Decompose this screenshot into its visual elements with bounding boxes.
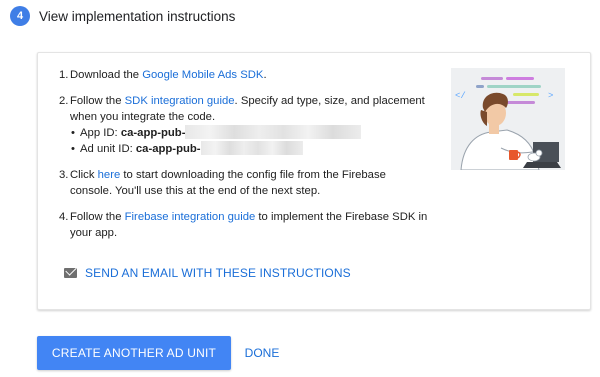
ad-unit-id-row: Ad unit ID: ca-app-pub- xyxy=(70,141,429,157)
step-title: View implementation instructions xyxy=(39,8,236,24)
developer-at-laptop-icon: </ > xyxy=(451,68,565,170)
instruction-item-2: 2. Follow the SDK integration guide. Spe… xyxy=(59,93,429,157)
app-id-row: App ID: ca-app-pub- xyxy=(70,125,429,141)
send-email-label[interactable]: SEND AN EMAIL WITH THESE INSTRUCTIONS xyxy=(85,266,351,280)
item-text: Follow the xyxy=(70,95,125,107)
step-header: 4 View implementation instructions xyxy=(10,6,235,26)
item-text: . xyxy=(263,69,267,81)
app-id-label: App ID: xyxy=(80,127,121,139)
item-number: 2. xyxy=(59,95,69,107)
redacted-ad-unit-id xyxy=(200,141,303,155)
svg-text:>: > xyxy=(548,91,553,101)
redacted-app-id xyxy=(185,125,362,139)
item-text: Follow the xyxy=(70,211,125,223)
create-another-ad-unit-button[interactable]: CREATE ANOTHER AD UNIT xyxy=(37,336,231,370)
ad-unit-id-label: Ad unit ID: xyxy=(80,143,136,155)
google-mobile-ads-sdk-link[interactable]: Google Mobile Ads SDK xyxy=(142,69,263,81)
download-config-here-link[interactable]: here xyxy=(98,169,121,181)
instruction-item-3: 3. Click here to start downloading the c… xyxy=(59,167,429,199)
item-number: 4. xyxy=(59,211,69,223)
item-text: Click xyxy=(70,169,98,181)
svg-text:</: </ xyxy=(455,91,466,101)
instruction-item-4: 4. Follow the Firebase integration guide… xyxy=(59,209,429,241)
step-number-badge: 4 xyxy=(10,6,30,26)
instructions-card: 1. Download the Google Mobile Ads SDK. 2… xyxy=(37,52,591,310)
sdk-integration-guide-link[interactable]: SDK integration guide xyxy=(125,95,235,107)
item-number: 3. xyxy=(59,169,69,181)
send-email-instructions-link[interactable]: SEND AN EMAIL WITH THESE INSTRUCTIONS xyxy=(64,266,351,280)
ad-unit-id-value[interactable]: ca-app-pub- xyxy=(136,143,201,155)
done-button[interactable]: DONE xyxy=(236,336,288,370)
instructions-list: 1. Download the Google Mobile Ads SDK. 2… xyxy=(59,67,429,251)
instruction-item-1: 1. Download the Google Mobile Ads SDK. xyxy=(59,67,429,83)
firebase-integration-guide-link[interactable]: Firebase integration guide xyxy=(125,211,256,223)
app-id-value[interactable]: ca-app-pub- xyxy=(121,127,186,139)
item-number: 1. xyxy=(59,69,69,81)
developer-illustration: </ > xyxy=(451,68,565,170)
item-text: Download the xyxy=(70,69,143,81)
id-list: App ID: ca-app-pub- Ad unit ID: ca-app-p… xyxy=(70,125,429,157)
mail-icon xyxy=(64,268,77,278)
